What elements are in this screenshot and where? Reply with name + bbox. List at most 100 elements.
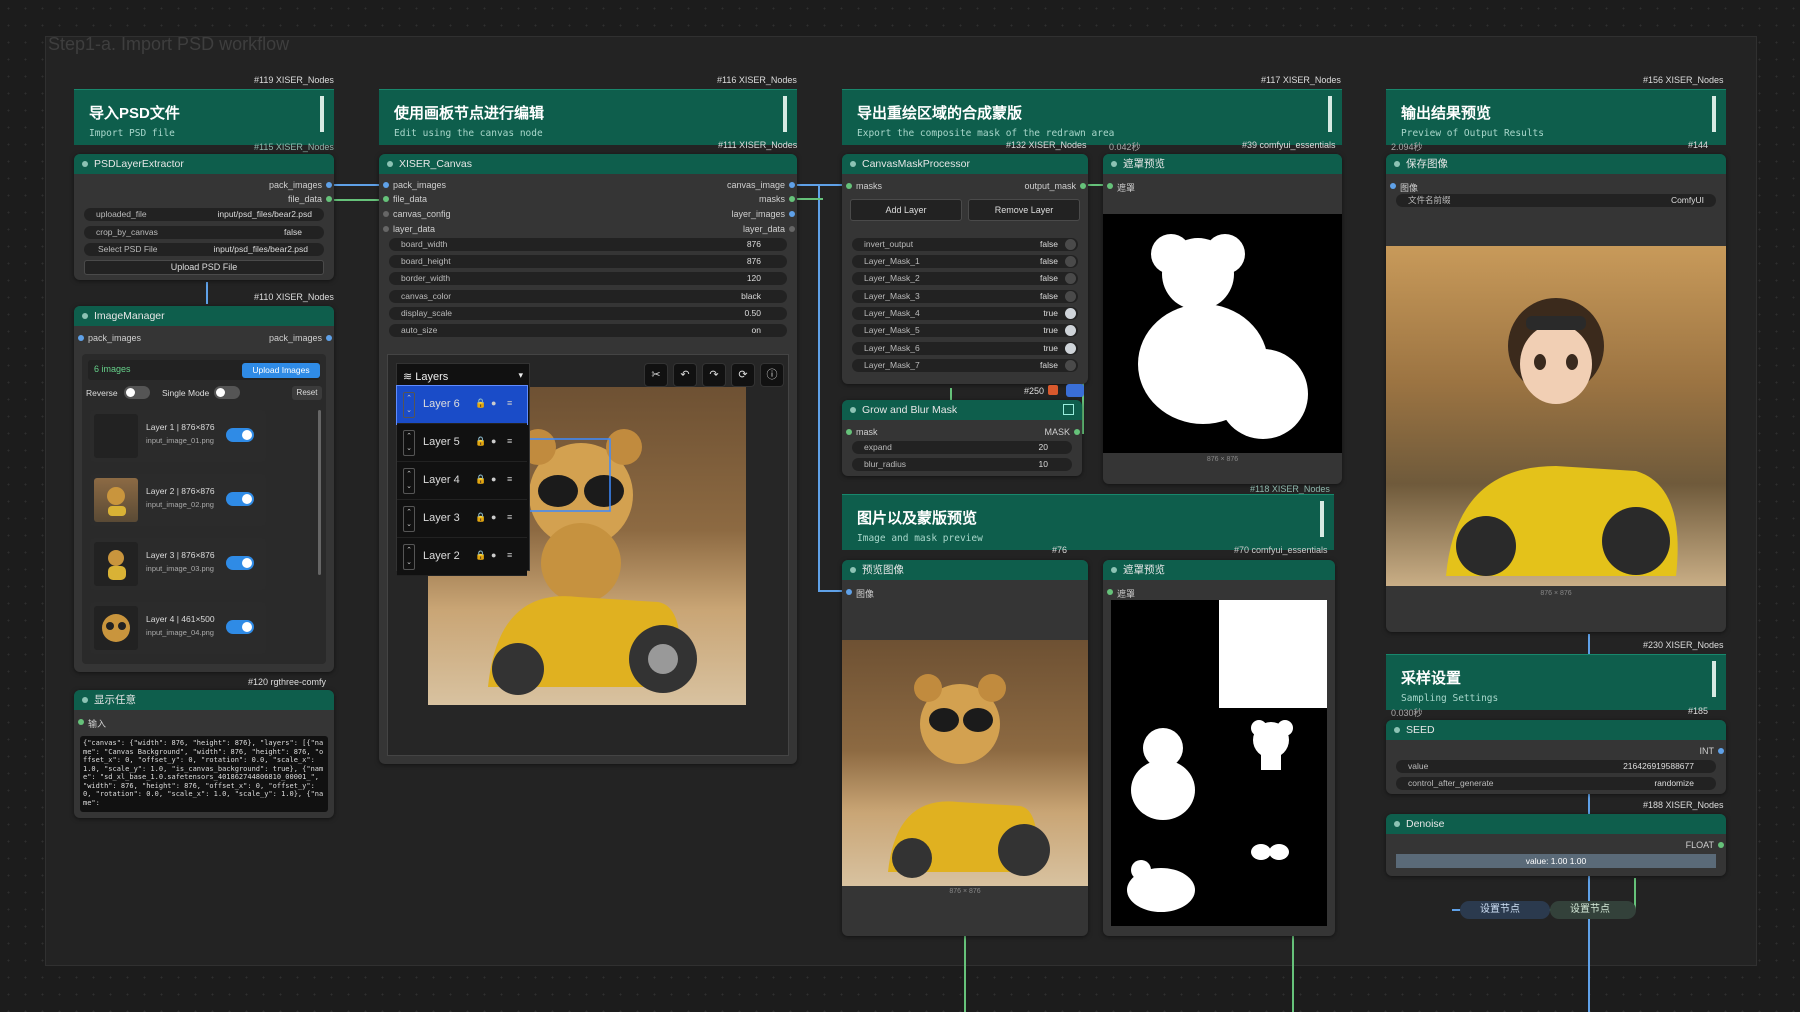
- board-width-widget[interactable]: board_width 876: [389, 238, 787, 251]
- undo-icon[interactable]: ↶: [673, 363, 697, 387]
- reorder-arrows-icon[interactable]: ⌃ ⌄: [403, 392, 415, 418]
- denoise-node[interactable]: Denoise FLOAT value: 1.00 1.00: [1386, 814, 1726, 876]
- image-manager-node[interactable]: ImageManager pack_images pack_images 6 i…: [74, 306, 334, 672]
- layer-toggle[interactable]: [226, 492, 254, 506]
- output-slot[interactable]: [326, 196, 332, 202]
- chevron-down-icon[interactable]: ▾: [518, 370, 523, 381]
- layer-row[interactable]: ⌃ ⌄ Layer 5 🔒 ● ≡: [397, 424, 527, 462]
- show-any-node[interactable]: 显示任意 输入 {"canvas": {"width": 876, "heigh…: [74, 690, 334, 818]
- redo-icon[interactable]: ↷: [702, 363, 726, 387]
- info-icon[interactable]: ⓘ: [760, 363, 784, 387]
- lock-icon[interactable]: 🔒: [475, 436, 486, 447]
- xiser-canvas-node[interactable]: XISER_Canvas pack_images file_data canva…: [379, 154, 797, 764]
- input-slot[interactable]: [1107, 183, 1113, 189]
- grow-blur-mask-node[interactable]: Grow and Blur Mask mask MASK expand 20 bl…: [842, 400, 1082, 476]
- adjust-icon[interactable]: ≡: [507, 398, 512, 408]
- invert-output-toggle[interactable]: invert_output false: [852, 238, 1078, 251]
- save-image-node[interactable]: 保存图像 图像 文件名前缀 ComfyUI 876 × 876: [1386, 154, 1726, 632]
- border-width-widget[interactable]: border_width 120: [389, 272, 787, 285]
- preview-image-node[interactable]: 预览图像 图像 876 × 876: [842, 560, 1088, 936]
- input-slot[interactable]: [78, 335, 84, 341]
- layer-mask-toggle[interactable]: Layer_Mask_7 false: [852, 359, 1078, 372]
- layer-mask-toggle[interactable]: Layer_Mask_4 true: [852, 307, 1078, 320]
- set-node[interactable]: 设置节点: [1460, 901, 1550, 919]
- lock-icon[interactable]: 🔒: [475, 512, 486, 523]
- note-edit[interactable]: 使用画板节点进行编辑 Edit using the canvas node: [379, 89, 797, 145]
- layer-mask-toggle[interactable]: Layer_Mask_5 true: [852, 324, 1078, 337]
- reset-icon[interactable]: ⟳: [731, 363, 755, 387]
- layer-toggle[interactable]: [226, 428, 254, 442]
- input-slot[interactable]: [383, 196, 389, 202]
- layer-mask-toggle[interactable]: Layer_Mask_2 false: [852, 272, 1078, 285]
- layer-mask-toggle[interactable]: Layer_Mask_3 false: [852, 290, 1078, 303]
- adjust-icon[interactable]: ≡: [507, 436, 512, 446]
- input-slot[interactable]: [846, 429, 852, 435]
- eye-icon[interactable]: ●: [491, 436, 496, 446]
- eye-icon[interactable]: ●: [491, 550, 496, 560]
- input-slot[interactable]: [383, 226, 389, 232]
- layer-row[interactable]: ⌃ ⌄ Layer 3 🔒 ● ≡: [397, 500, 527, 538]
- scrollbar[interactable]: [318, 410, 321, 575]
- reset-button[interactable]: Reset: [292, 386, 322, 400]
- remove-layer-button[interactable]: Remove Layer: [968, 199, 1080, 221]
- reorder-arrows-icon[interactable]: ⌃ ⌄: [403, 506, 415, 532]
- layers-panel[interactable]: ≋ Layers ▾ ⌃ ⌄ Layer 6 🔒 ● ≡ ⌃ ⌄ Layer 5 🔒 ● ≡ ⌃ ⌄ L…: [396, 363, 530, 576]
- select-psd-file-combo[interactable]: Select PSD File input/psd_files/bear2.psd: [84, 243, 324, 256]
- control-after-generate-combo[interactable]: control_after_generate randomize: [1396, 777, 1716, 790]
- upload-psd-button[interactable]: Upload PSD File: [84, 260, 324, 275]
- auto-size-widget[interactable]: auto_size on: [389, 324, 787, 337]
- filename-prefix-widget[interactable]: 文件名前缀 ComfyUI: [1396, 194, 1716, 207]
- input-slot[interactable]: [1107, 589, 1113, 595]
- seed-node[interactable]: SEED INT value 216426919588677 control_af…: [1386, 720, 1726, 794]
- layer-card[interactable]: Layer 3 | 876×876 input_image_03.png: [90, 538, 266, 590]
- set-node[interactable]: 设置节点: [1550, 901, 1636, 919]
- layer-mask-toggle[interactable]: Layer_Mask_1 false: [852, 255, 1078, 268]
- output-slot[interactable]: [326, 335, 332, 341]
- layer-card[interactable]: Layer 4 | 461×500 input_image_04.png: [90, 602, 266, 654]
- note-sampling[interactable]: 采样设置 Sampling Settings: [1386, 654, 1726, 710]
- eye-icon[interactable]: ●: [491, 512, 496, 522]
- denoise-slider[interactable]: value: 1.00 1.00: [1396, 854, 1716, 868]
- input-slot[interactable]: [383, 211, 389, 217]
- layer-row[interactable]: ⌃ ⌄ Layer 6 🔒 ● ≡: [396, 385, 528, 425]
- blur-radius-widget[interactable]: blur_radius 10: [852, 458, 1072, 471]
- lock-icon[interactable]: 🔒: [475, 474, 486, 485]
- eye-icon[interactable]: ●: [491, 398, 496, 408]
- layer-row[interactable]: ⌃ ⌄ Layer 4 🔒 ● ≡: [397, 462, 527, 500]
- layer-card[interactable]: Layer 1 | 876×876 input_image_01.png: [90, 410, 266, 462]
- upload-images-button[interactable]: Upload Images: [242, 363, 320, 378]
- board-height-widget[interactable]: board_height 876: [389, 255, 787, 268]
- reverse-toggle[interactable]: [124, 386, 150, 399]
- note-preview[interactable]: 图片以及蒙版预览 Image and mask preview: [842, 494, 1334, 550]
- expand-icon[interactable]: [1063, 404, 1074, 415]
- layer-row[interactable]: ⌃ ⌄ Layer 2 🔒 ● ≡: [397, 538, 527, 576]
- output-slot[interactable]: [1080, 183, 1086, 189]
- output-slot[interactable]: [1718, 748, 1724, 754]
- output-slot[interactable]: [1074, 429, 1080, 435]
- reorder-arrows-icon[interactable]: ⌃ ⌄: [403, 468, 415, 494]
- single-mode-toggle[interactable]: [214, 386, 240, 399]
- canvas-color-widget[interactable]: canvas_color black: [389, 290, 787, 303]
- output-slot[interactable]: [1718, 842, 1724, 848]
- output-slot[interactable]: [789, 182, 795, 188]
- input-slot[interactable]: [383, 182, 389, 188]
- output-slot[interactable]: [789, 196, 795, 202]
- input-slot[interactable]: [846, 183, 852, 189]
- lock-icon[interactable]: 🔒: [475, 550, 486, 561]
- seed-value-widget[interactable]: value 216426919588677: [1396, 760, 1716, 773]
- cut-icon[interactable]: ✂: [644, 363, 668, 387]
- canvas-editor[interactable]: ≋ Layers ▾ ⌃ ⌄ Layer 6 🔒 ● ≡ ⌃ ⌄ Layer 5 🔒 ● ≡ ⌃ ⌄ L…: [387, 354, 789, 756]
- layer-mask-toggle[interactable]: Layer_Mask_6 true: [852, 342, 1078, 355]
- mask-preview-node[interactable]: 遮罩预览 遮罩: [1103, 560, 1335, 936]
- text-output[interactable]: {"canvas": {"width": 876, "height": 876}…: [80, 736, 328, 812]
- note-import[interactable]: 导入PSD文件 Import PSD file: [74, 89, 334, 145]
- group-icon[interactable]: [1066, 384, 1084, 397]
- uploaded-file-widget[interactable]: uploaded_file input/psd_files/bear2.psd: [84, 208, 324, 221]
- reorder-arrows-icon[interactable]: ⌃ ⌄: [403, 430, 415, 456]
- display-scale-widget[interactable]: display_scale 0.50: [389, 307, 787, 320]
- expand-widget[interactable]: expand 20: [852, 441, 1072, 454]
- adjust-icon[interactable]: ≡: [507, 550, 512, 560]
- layer-toggle[interactable]: [226, 556, 254, 570]
- crop-by-canvas-toggle[interactable]: crop_by_canvas false: [84, 226, 324, 239]
- output-slot[interactable]: [326, 182, 332, 188]
